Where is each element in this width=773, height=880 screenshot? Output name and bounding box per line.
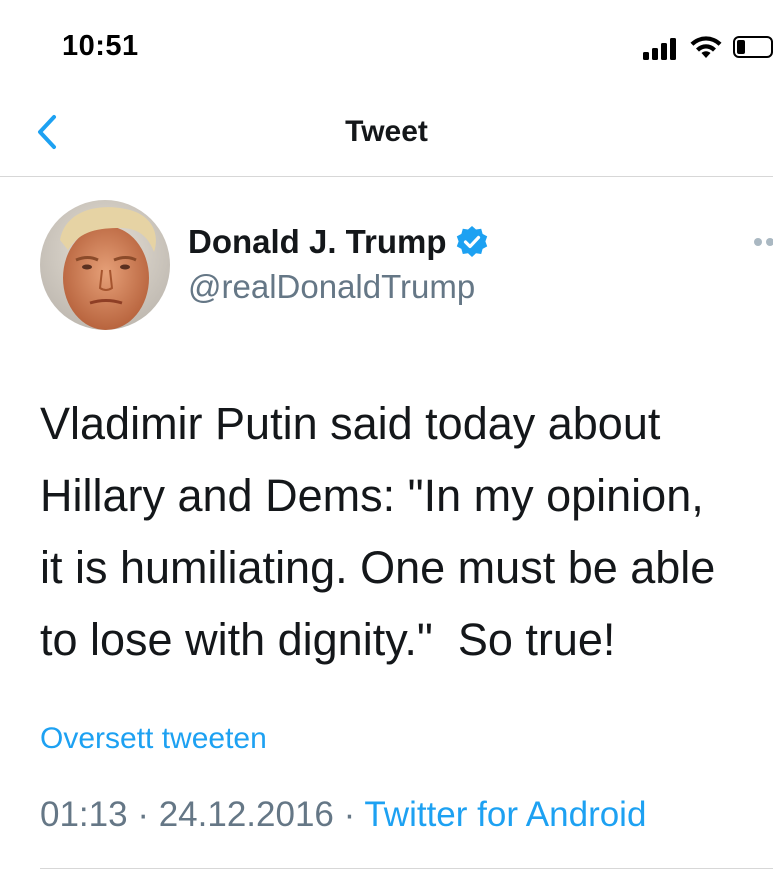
user-handle[interactable]: @realDonaldTrump xyxy=(188,268,475,306)
tweet-text: Vladimir Putin said today about Hillary … xyxy=(40,398,716,665)
status-time: 10:51 xyxy=(62,30,139,62)
translate-tweet-link[interactable]: Oversett tweeten xyxy=(40,722,267,756)
page-title: Tweet xyxy=(345,115,428,148)
status-icons xyxy=(643,34,773,62)
verified-badge-icon xyxy=(456,226,487,257)
tweet-time: 01:13 xyxy=(40,795,128,834)
nav-bar: Tweet xyxy=(0,95,773,175)
avatar-image xyxy=(40,200,170,330)
tweet-meta: 01:13 · 24.12.2016 · Twitter for Android xyxy=(40,795,646,835)
battery-icon xyxy=(733,36,773,58)
more-dots-icon[interactable] xyxy=(754,238,773,250)
meta-separator: · xyxy=(127,795,159,834)
meta-separator-2: · xyxy=(333,795,365,834)
tweet-date: 24.12.2016 xyxy=(158,795,334,834)
avatar[interactable] xyxy=(40,200,170,330)
nav-divider xyxy=(0,176,773,177)
wifi-icon xyxy=(690,36,722,58)
signal-icon xyxy=(643,36,679,60)
user-name-row: Donald J. Trump xyxy=(188,222,489,262)
tweet-source-link[interactable]: Twitter for Android xyxy=(364,795,646,834)
meta-divider xyxy=(40,868,773,869)
user-name[interactable]: Donald J. Trump xyxy=(188,223,447,261)
status-bar: 10:51 xyxy=(0,0,773,90)
